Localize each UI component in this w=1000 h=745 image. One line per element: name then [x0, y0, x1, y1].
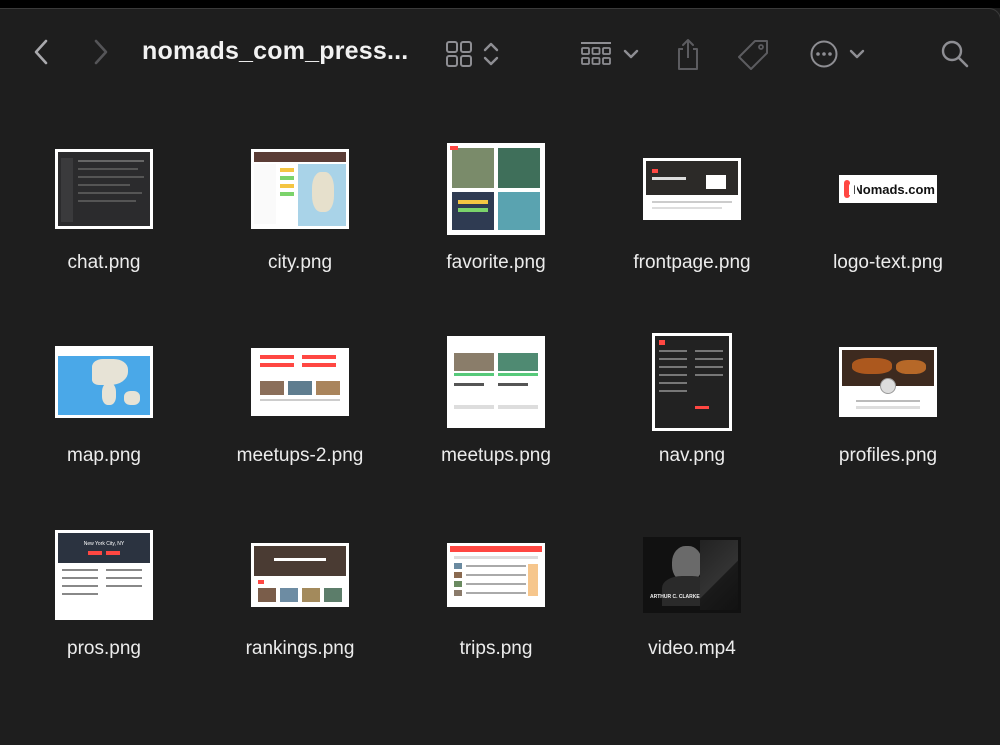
file-thumbnail	[55, 149, 153, 229]
file-item[interactable]: meetups-2.png	[202, 327, 398, 467]
menu-bar-strip	[0, 0, 1000, 8]
thumb-caption: ARTHUR C. CLARKE	[650, 594, 700, 600]
file-name: map.png	[67, 445, 141, 466]
file-thumbnail	[251, 149, 349, 229]
search-icon	[941, 40, 969, 68]
back-button[interactable]	[28, 37, 54, 67]
tag-icon	[738, 40, 768, 70]
file-item[interactable]: nav.png	[594, 327, 790, 467]
file-name: logo-text.png	[833, 252, 943, 273]
file-item[interactable]: Nomads.com logo-text.png	[790, 134, 986, 274]
file-thumbnail	[447, 143, 545, 235]
tag-button[interactable]	[734, 37, 772, 73]
group-button[interactable]	[576, 39, 642, 69]
file-thumbnail	[643, 158, 741, 220]
file-item[interactable]: map.png	[6, 327, 202, 467]
file-name: pros.png	[67, 638, 141, 659]
chevron-down-icon	[849, 49, 865, 59]
file-item[interactable]: chat.png	[6, 134, 202, 274]
file-thumbnail	[251, 348, 349, 416]
view-mode-button[interactable]	[440, 39, 506, 69]
file-item[interactable]: meetups.png	[398, 327, 594, 467]
sort-icon	[483, 42, 499, 66]
group-icon	[581, 42, 611, 65]
file-name: rankings.png	[245, 638, 355, 659]
file-name: frontpage.png	[633, 252, 751, 273]
file-item[interactable]: favorite.png	[398, 134, 594, 274]
file-thumbnail	[55, 346, 153, 418]
file-name: chat.png	[67, 252, 141, 273]
more-icon	[810, 40, 838, 68]
toolbar: nomads_com_press...	[0, 9, 1000, 99]
share-icon	[678, 39, 698, 70]
file-item[interactable]: frontpage.png	[594, 134, 790, 274]
file-thumbnail	[839, 347, 937, 417]
finder-window: nomads_com_press... chat.png city.png fa…	[0, 8, 1000, 745]
file-thumbnail: New York City, NY	[55, 530, 153, 620]
file-item[interactable]: ARTHUR C. CLARKE video.mp4	[594, 520, 790, 660]
thumb-caption: New York City, NY	[83, 541, 125, 547]
file-name: meetups.png	[441, 445, 551, 466]
forward-icon	[94, 39, 108, 65]
file-name: city.png	[267, 252, 333, 273]
logo-mark	[844, 180, 857, 198]
file-item[interactable]: trips.png	[398, 520, 594, 660]
file-name: nav.png	[658, 445, 726, 466]
chevron-down-icon	[623, 49, 639, 59]
window-title: nomads_com_press...	[142, 37, 409, 65]
file-thumbnail	[447, 543, 545, 607]
more-actions-button[interactable]	[806, 37, 868, 71]
file-name: profiles.png	[838, 445, 938, 466]
file-name: favorite.png	[446, 252, 546, 273]
file-name: trips.png	[459, 638, 533, 659]
forward-button[interactable]	[88, 37, 114, 67]
file-thumbnail: ARTHUR C. CLARKE	[643, 537, 741, 613]
icon-view-icon	[446, 41, 472, 67]
file-item[interactable]: profiles.png	[790, 327, 986, 467]
file-name: meetups-2.png	[236, 445, 364, 466]
file-thumbnail	[447, 336, 545, 428]
file-thumbnail: Nomads.com	[839, 175, 937, 203]
file-item[interactable]: city.png	[202, 134, 398, 274]
file-item[interactable]: rankings.png	[202, 520, 398, 660]
file-thumbnail	[652, 333, 732, 431]
logo-text: Nomads.com	[853, 181, 935, 197]
file-name: video.mp4	[648, 638, 736, 659]
back-icon	[34, 39, 48, 65]
search-button[interactable]	[938, 37, 972, 71]
file-thumbnail	[251, 543, 349, 607]
share-button[interactable]	[672, 35, 704, 73]
file-item[interactable]: New York City, NY pros.png	[6, 520, 202, 660]
